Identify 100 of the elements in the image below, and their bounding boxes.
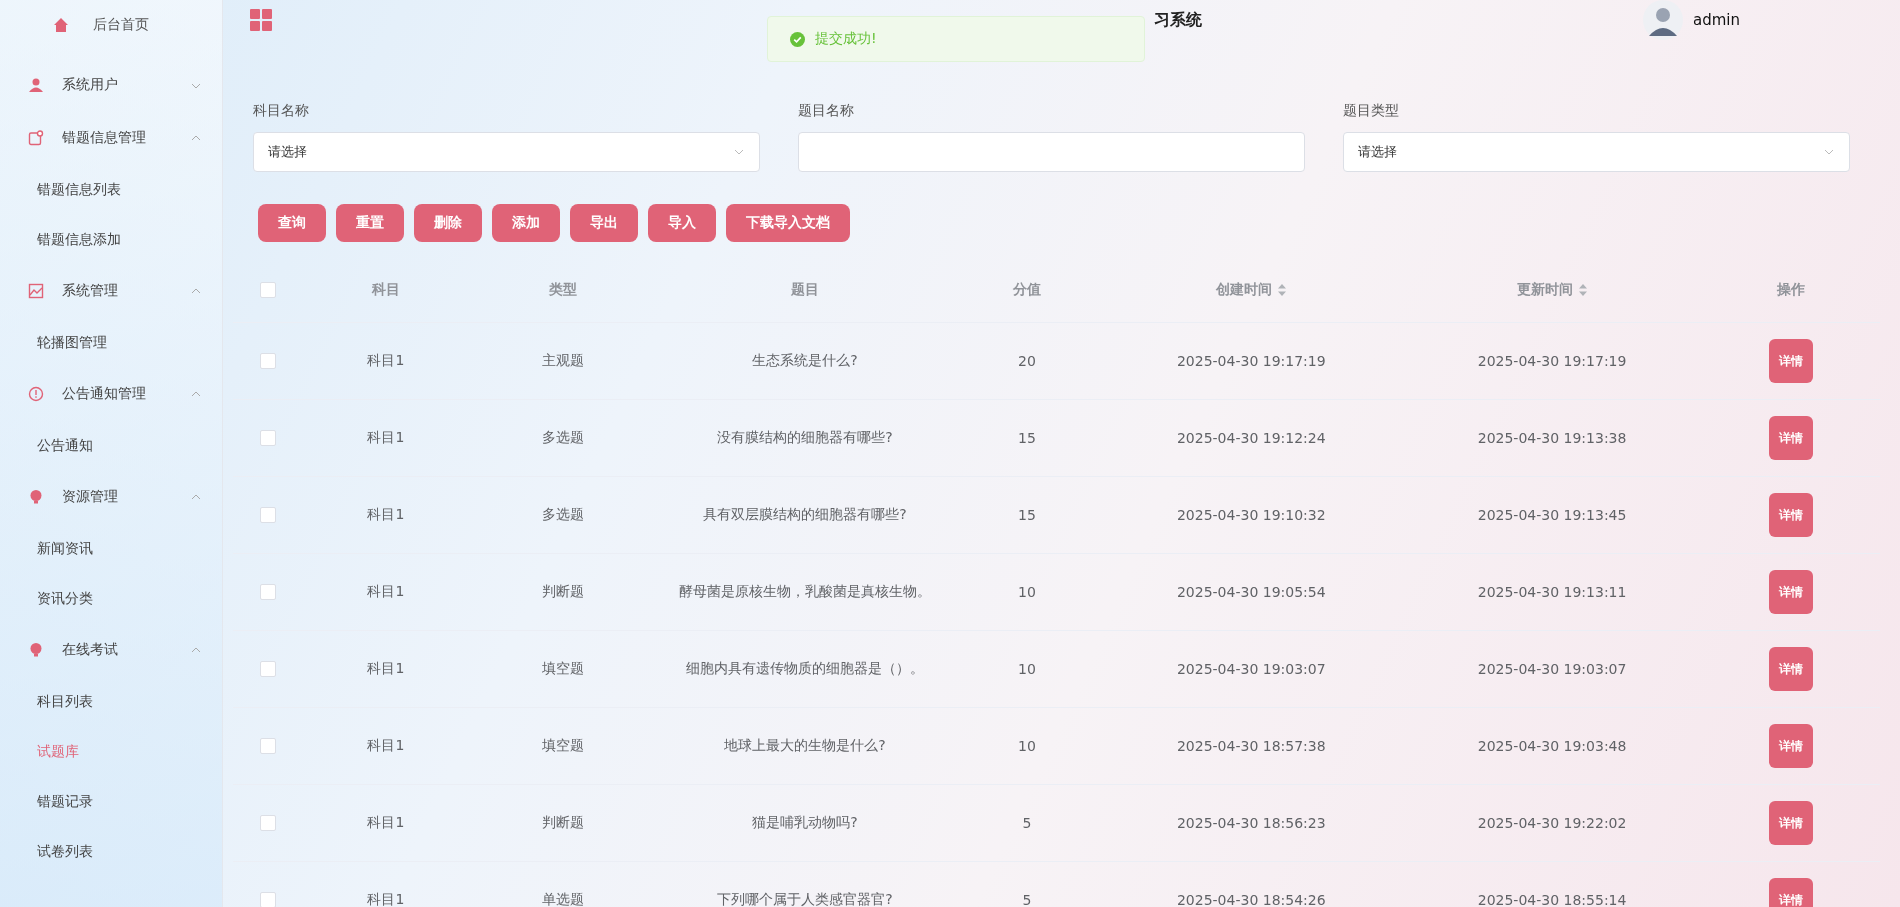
- bulb-icon: [28, 488, 44, 505]
- checkbox[interactable]: [259, 661, 276, 677]
- table-cell: 2025-04-30 19:13:45: [1477, 507, 1627, 523]
- table-cell: 2025-04-30 19:03:07: [1477, 661, 1627, 677]
- select-field[interactable]: 请选择: [253, 132, 760, 172]
- menu-group[interactable]: 系统管理: [0, 264, 222, 317]
- table-cell: 主观题: [542, 352, 585, 370]
- input-field[interactable]: [798, 132, 1305, 172]
- table-cell: 2025-04-30 18:55:14: [1477, 892, 1627, 907]
- field-label: 题目名称: [798, 102, 854, 120]
- column-header: 类型: [549, 281, 578, 299]
- table-cell: 2025-04-30 19:03:07: [1176, 661, 1326, 677]
- menu-group[interactable]: 在线考试: [0, 623, 222, 676]
- table-cell: 20: [1018, 353, 1036, 369]
- table-cell: 2025-04-30 19:05:54: [1176, 584, 1326, 600]
- table-cell: 10: [1018, 661, 1036, 677]
- checkbox[interactable]: [259, 738, 276, 754]
- table-cell: 填空题: [542, 737, 585, 755]
- toast-message: 提交成功!: [815, 30, 877, 48]
- submenu-item[interactable]: 科目列表: [0, 676, 93, 726]
- checkbox[interactable]: [259, 430, 276, 446]
- user-icon: [28, 76, 44, 93]
- note-icon: [28, 129, 44, 146]
- checkbox[interactable]: [259, 353, 276, 369]
- chevron-down-icon: [733, 147, 745, 157]
- table-cell: 多选题: [542, 506, 585, 524]
- table-cell: 2025-04-30 19:17:19: [1176, 353, 1326, 369]
- table-cell: 科目1: [367, 891, 405, 907]
- table-cell: 科目1: [367, 352, 405, 370]
- table-cell: 2025-04-30 19:10:32: [1176, 507, 1326, 523]
- table-cell: 15: [1018, 507, 1036, 523]
- table-cell: 生态系统是什么?: [752, 352, 858, 370]
- menu-item[interactable]: 后台首页: [0, 4, 222, 46]
- table-cell: 10: [1018, 738, 1036, 754]
- menu-group[interactable]: 资源管理: [0, 470, 222, 523]
- table-cell: 2025-04-30 19:13:11: [1477, 584, 1627, 600]
- table-cell: 判断题: [542, 583, 585, 601]
- menu-group[interactable]: 错题信息管理: [0, 111, 222, 164]
- table-cell: 2025-04-30 18:57:38: [1176, 738, 1326, 754]
- submenu-item[interactable]: 试卷列表: [0, 826, 93, 876]
- chevron-down-icon: [1823, 147, 1835, 157]
- checkbox[interactable]: [259, 892, 276, 907]
- table-cell: 判断题: [542, 814, 585, 832]
- column-header: 操作: [1777, 281, 1806, 299]
- table-cell: 具有双层膜结构的细胞器有哪些?: [703, 506, 907, 524]
- image-icon: [28, 282, 44, 299]
- home-icon: [53, 17, 69, 33]
- checkbox[interactable]: [259, 584, 276, 600]
- submenu-item[interactable]: 新闻资讯: [0, 523, 93, 573]
- submenu-item[interactable]: 错题信息添加: [0, 214, 121, 264]
- table-cell: 2025-04-30 18:54:26: [1176, 892, 1326, 907]
- table-cell: 下列哪个属于人类感官器官?: [717, 891, 893, 907]
- table-cell: 2025-04-30 19:13:38: [1477, 430, 1627, 446]
- submenu-item[interactable]: 错题记录: [0, 776, 93, 826]
- table-cell: 科目1: [367, 737, 405, 755]
- check-circle-icon: [790, 31, 805, 47]
- field-label: 题目类型: [1343, 102, 1399, 120]
- field-label: 科目名称: [253, 102, 309, 120]
- select-field[interactable]: 请选择: [1343, 132, 1850, 172]
- menu-group[interactable]: 公告通知管理: [0, 367, 222, 420]
- table-cell: 单选题: [542, 891, 585, 907]
- table-cell: 细胞内具有遗传物质的细胞器是（）。: [686, 660, 924, 678]
- page-title: 习系统: [1153, 10, 1202, 31]
- table-cell: 10: [1018, 584, 1036, 600]
- column-header: 题目: [791, 281, 819, 299]
- checkbox[interactable]: [259, 507, 276, 523]
- table-cell: 填空题: [542, 660, 585, 678]
- table-cell: 多选题: [542, 429, 585, 447]
- table-cell: 2025-04-30 19:17:19: [1477, 353, 1627, 369]
- checkbox[interactable]: [259, 282, 276, 298]
- checkbox[interactable]: [259, 815, 276, 831]
- table-cell: 2025-04-30 18:56:23: [1176, 815, 1326, 831]
- grid-menu-icon[interactable]: [250, 9, 272, 31]
- table-cell: 科目1: [367, 583, 405, 601]
- table-cell: 2025-04-30 19:12:24: [1176, 430, 1326, 446]
- submenu-item[interactable]: 轮播图管理: [0, 317, 107, 367]
- submenu-item[interactable]: 公告通知: [0, 420, 93, 470]
- table-cell: 没有膜结构的细胞器有哪些?: [717, 429, 893, 447]
- column-header: 分值: [1012, 281, 1041, 299]
- avatar-icon[interactable]: [1643, 0, 1683, 40]
- table-cell: 5: [1022, 892, 1032, 907]
- submenu-item[interactable]: 错题信息列表: [0, 164, 121, 214]
- column-header: 科目: [371, 281, 400, 299]
- table-cell: 2025-04-30 19:22:02: [1477, 815, 1627, 831]
- sort-icon: [1579, 284, 1588, 296]
- table-cell: 科目1: [367, 814, 405, 832]
- table-cell: 猫是哺乳动物吗?: [752, 814, 858, 832]
- table-cell: 科目1: [367, 429, 405, 447]
- bulb-icon: [28, 641, 44, 658]
- submenu-item[interactable]: 资讯分类: [0, 573, 93, 623]
- sort-icon: [1278, 284, 1287, 296]
- table-cell: 15: [1018, 430, 1036, 446]
- table-cell: 地球上最大的生物是什么?: [724, 737, 886, 755]
- alert-icon: [28, 385, 44, 402]
- table-cell: 2025-04-30 19:03:48: [1477, 738, 1627, 754]
- user-name[interactable]: admin: [1693, 11, 1740, 29]
- table-cell: 5: [1022, 815, 1032, 831]
- table-cell: 酵母菌是原核生物，乳酸菌是真核生物。: [679, 583, 931, 601]
- menu-group[interactable]: 系统用户: [0, 58, 222, 111]
- table-cell: 科目1: [367, 660, 405, 678]
